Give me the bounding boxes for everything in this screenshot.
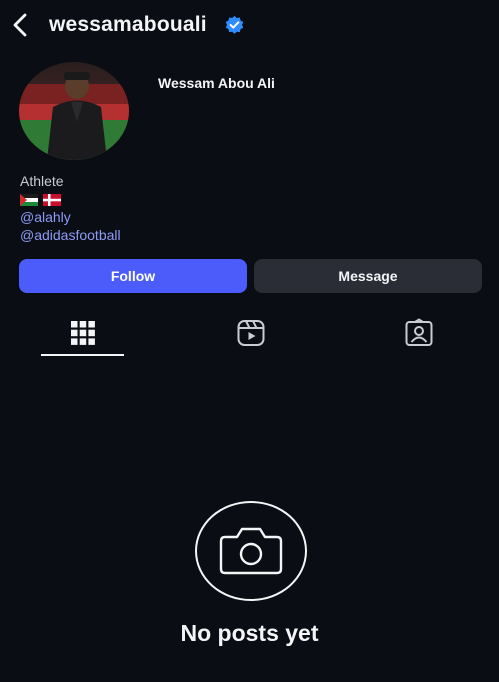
avatar-photo <box>19 62 129 160</box>
grid-icon[interactable] <box>68 318 98 348</box>
reels-icon[interactable] <box>236 318 266 348</box>
chevron-left-icon[interactable] <box>8 12 34 38</box>
verified-badge-icon <box>225 15 244 34</box>
follow-button[interactable]: Follow <box>19 259 247 293</box>
message-button[interactable]: Message <box>254 259 482 293</box>
link-alahly[interactable]: @alahly <box>20 209 71 225</box>
camera-icon <box>219 527 283 575</box>
palestine-flag-icon <box>20 194 38 206</box>
profile-header: wessamabouali <box>0 0 499 52</box>
empty-posts-circle <box>195 501 307 601</box>
profile-full-name: Wessam Abou Ali <box>158 75 275 91</box>
profile-category: Athlete <box>20 173 64 189</box>
link-adidasfootball[interactable]: @adidasfootball <box>20 227 121 243</box>
tagged-icon[interactable] <box>404 318 434 348</box>
empty-posts-text: No posts yet <box>180 620 319 646</box>
profile-avatar[interactable] <box>19 62 129 160</box>
profile-username: wessamabouali <box>49 13 207 36</box>
tab-selected-indicator <box>41 354 124 356</box>
denmark-flag-icon <box>43 194 61 206</box>
flags-row <box>20 193 62 206</box>
